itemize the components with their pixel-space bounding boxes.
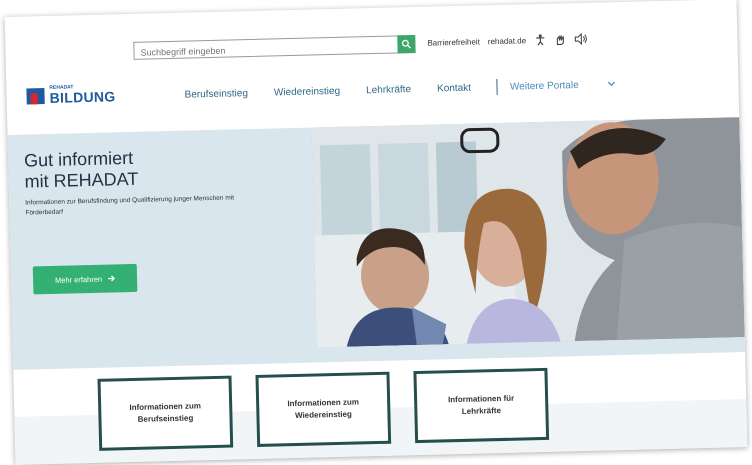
nav-item-berufseinstieg[interactable]: Berufseinstieg bbox=[184, 88, 248, 101]
search-input[interactable] bbox=[134, 38, 405, 61]
cta-label: Mehr erfahren bbox=[54, 274, 103, 285]
utility-links: Barrierefreiheit rehadat.de bbox=[427, 32, 588, 49]
hero-section: Gut informiert mit REHADAT Informationen… bbox=[7, 117, 746, 370]
nav-item-wiedereinstieg[interactable]: Wiedereinstieg bbox=[274, 85, 340, 98]
search-bar[interactable] bbox=[133, 34, 416, 61]
info-box-wiedereinstieg[interactable]: Informationen zum Wiedereinstieg bbox=[255, 371, 392, 447]
hero-title-line2: mit REHADAT bbox=[24, 168, 139, 192]
logo-mark bbox=[26, 87, 45, 104]
search-icon bbox=[401, 39, 411, 49]
info-box-line2: Lehrkräfte bbox=[461, 406, 502, 416]
info-box-line2: Wiedereinstieg bbox=[294, 409, 352, 421]
webpage-screenshot: Barrierefreiheit rehadat.de REHADAT BILD… bbox=[4, 0, 748, 465]
main-nav: Berufseinstieg Wiedereinstieg Lehrkräfte… bbox=[184, 75, 641, 102]
rehadat-link[interactable]: rehadat.de bbox=[488, 36, 526, 46]
rehadat-bildung-logo[interactable]: REHADAT BILDUNG bbox=[26, 84, 116, 106]
hero-subtitle: Informationen zur Berufsfindung und Qual… bbox=[25, 194, 235, 217]
speaker-icon[interactable] bbox=[574, 32, 588, 46]
arrow-right-icon bbox=[108, 275, 116, 282]
mehr-erfahren-button[interactable]: Mehr erfahren bbox=[32, 263, 138, 295]
hero-title: Gut informiert mit REHADAT bbox=[24, 145, 245, 192]
barrierefreiheit-link[interactable]: Barrierefreiheit bbox=[427, 37, 480, 47]
info-box-line1: Informationen für bbox=[447, 393, 515, 405]
info-box-line2: Berufseinstieg bbox=[137, 413, 194, 424]
weitere-portale-label: Weitere Portale bbox=[509, 79, 579, 93]
logo-big-text: BILDUNG bbox=[49, 88, 116, 106]
nav-divider bbox=[496, 78, 499, 95]
accessibility-icon[interactable] bbox=[534, 34, 546, 46]
hero-photo bbox=[311, 117, 745, 348]
info-box-lehrkraefte[interactable]: Informationen für Lehrkräfte bbox=[413, 367, 550, 444]
search-button[interactable] bbox=[397, 34, 416, 54]
sign-language-icon[interactable] bbox=[554, 33, 566, 46]
nav-item-kontakt[interactable]: Kontakt bbox=[437, 82, 471, 94]
chevron-down-icon bbox=[607, 81, 615, 86]
nav-item-weitere-portale[interactable]: Weitere Portale bbox=[509, 79, 616, 93]
info-box-berufseinstieg[interactable]: Informationen zum Berufseinstieg bbox=[97, 375, 234, 451]
nav-item-lehrkraefte[interactable]: Lehrkräfte bbox=[366, 84, 411, 96]
